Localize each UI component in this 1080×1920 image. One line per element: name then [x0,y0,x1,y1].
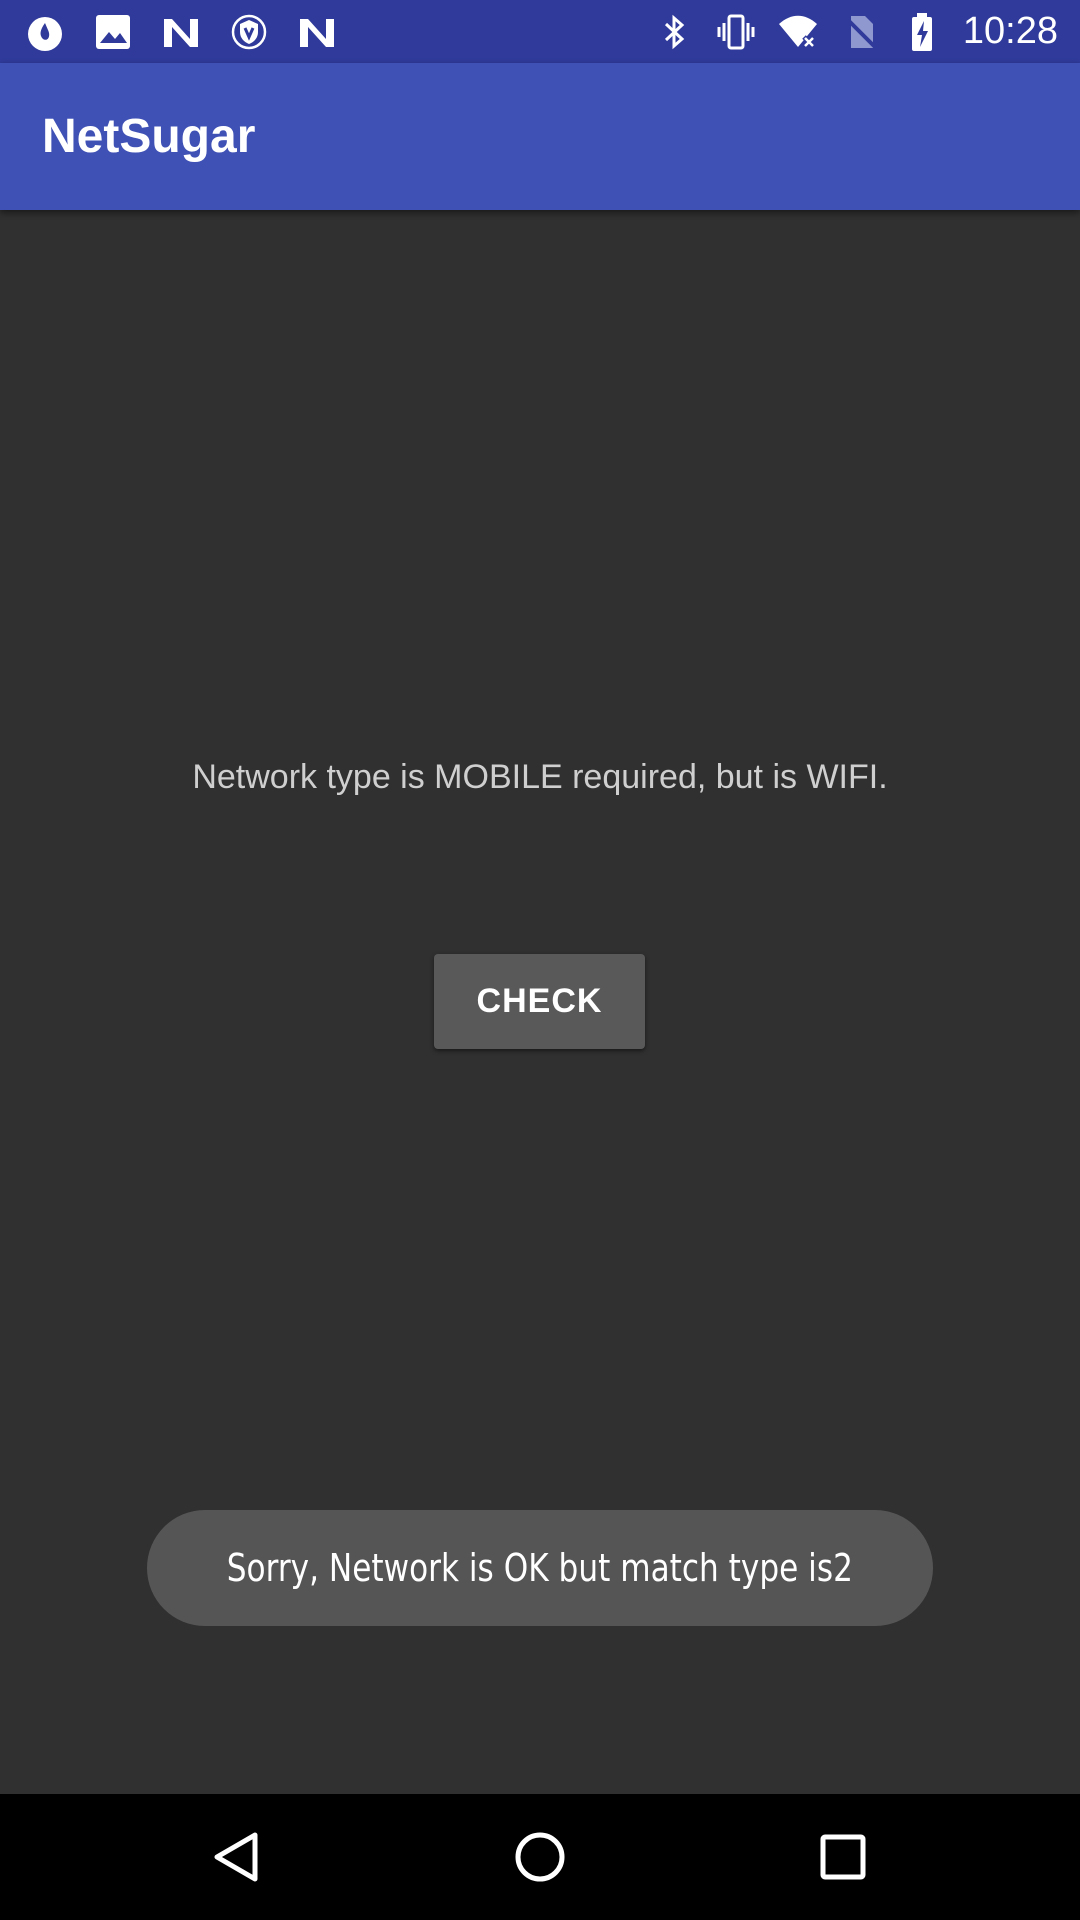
status-clock: 10:28 [962,10,1058,52]
battery-charging-icon [901,11,943,53]
recents-button[interactable] [813,1827,873,1887]
vibrate-icon [715,11,757,53]
shield-notification-icon [228,11,270,53]
check-button[interactable]: CHECK [434,954,645,1049]
wifi-no-internet-icon [777,11,819,53]
no-sim-icon [839,11,881,53]
home-icon [515,1832,565,1882]
notification-icons [24,8,338,55]
home-button[interactable] [510,1827,570,1887]
status-bar: 10:28 [0,0,1080,63]
recents-icon [820,1834,866,1880]
toast-text: Sorry, Network is OK but match type is2 [226,1546,854,1590]
bluetooth-icon [653,11,695,53]
image-notification-icon [92,11,134,53]
back-icon [214,1832,258,1882]
back-button[interactable] [207,1827,267,1887]
navigation-bar [0,1794,1080,1920]
n-notification-icon [160,11,202,53]
app-title: NetSugar [42,110,256,163]
n-notification-icon [296,11,338,53]
toast-message: Sorry, Network is OK but match type is2 [147,1510,933,1626]
system-status-icons: 10:28 [653,8,1058,55]
network-status-message: Network type is MOBILE required, but is … [192,758,888,796]
droplet-notification-icon [24,11,66,53]
app-bar: NetSugar [0,63,1080,210]
